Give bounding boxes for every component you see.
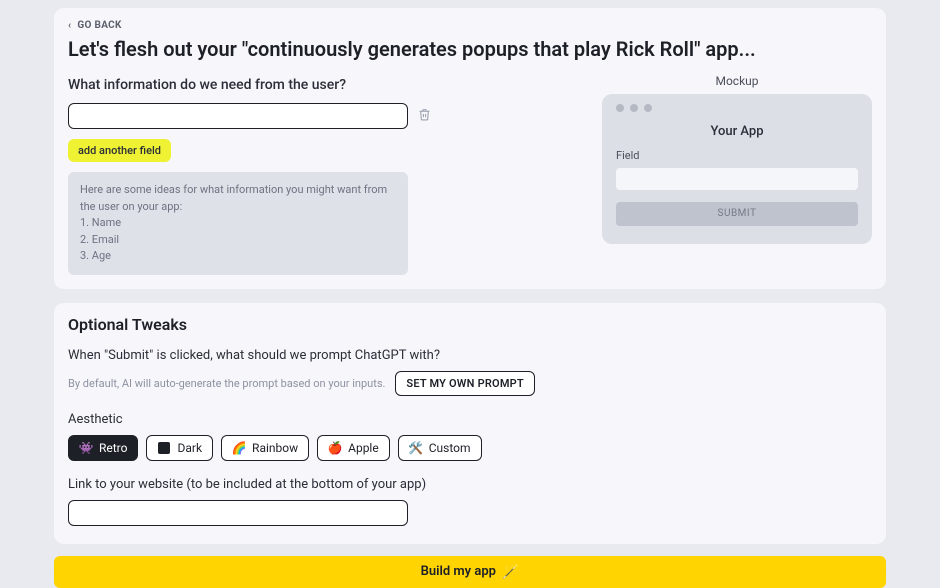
traffic-dot-icon (644, 104, 652, 112)
aesthetic-label-text: Retro (99, 441, 127, 455)
flesh-out-panel: ‹ GO BACK Let's flesh out your "continuo… (54, 8, 886, 289)
link-label: Link to your website (to be included at … (68, 477, 872, 492)
trash-icon[interactable] (418, 108, 431, 125)
aesthetic-rainbow[interactable]: 🌈 Rainbow (221, 435, 309, 461)
build-label: Build my app (421, 564, 496, 579)
aesthetic-label-text: Rainbow (252, 441, 298, 455)
mockup-window: Your App Field SUBMIT (602, 94, 872, 244)
hint-item: 1. Name (80, 215, 396, 232)
hint-intro: Here are some ideas for what information… (80, 182, 396, 215)
mockup-app-title: Your App (616, 124, 858, 139)
website-link-input[interactable] (68, 500, 408, 526)
aesthetic-apple[interactable]: 🍎 Apple (317, 435, 390, 461)
apple-icon: 🍎 (328, 441, 342, 455)
chevron-left-icon: ‹ (68, 20, 71, 31)
aesthetic-label-text: Custom (429, 441, 471, 455)
aesthetic-dark[interactable]: Dark (146, 435, 213, 461)
window-controls (616, 104, 858, 112)
prompt-helper: By default, AI will auto-generate the pr… (68, 377, 385, 390)
add-field-button[interactable]: add another field (68, 139, 171, 162)
mockup-submit: SUBMIT (616, 202, 858, 226)
tweaks-panel: Optional Tweaks When "Submit" is clicked… (54, 303, 886, 544)
page-title: Let's flesh out your "continuously gener… (68, 37, 872, 61)
sparkle-icon: 🪄 (502, 564, 519, 580)
go-back-label: GO BACK (77, 20, 121, 31)
traffic-dot-icon (630, 104, 638, 112)
hint-box: Here are some ideas for what information… (68, 172, 408, 275)
custom-icon: 🛠️ (409, 441, 423, 455)
go-back-button[interactable]: ‹ GO BACK (68, 20, 872, 31)
aesthetic-options: 👾 Retro Dark 🌈 Rainbow 🍎 Apple 🛠️ Custom (68, 435, 872, 461)
user-field-input[interactable] (68, 103, 408, 129)
tweaks-heading: Optional Tweaks (68, 315, 872, 334)
set-own-prompt-button[interactable]: SET MY OWN PROMPT (395, 371, 534, 396)
hint-item: 2. Email (80, 232, 396, 249)
rainbow-icon: 🌈 (232, 441, 246, 455)
mockup-preview: Mockup Your App Field SUBMIT (602, 74, 872, 244)
dark-icon (157, 441, 171, 455)
prompt-row: By default, AI will auto-generate the pr… (68, 371, 872, 396)
traffic-dot-icon (616, 104, 624, 112)
retro-icon: 👾 (79, 441, 93, 455)
aesthetic-label-text: Apple (348, 441, 379, 455)
aesthetic-custom[interactable]: 🛠️ Custom (398, 435, 482, 461)
aesthetic-label-text: Dark (177, 441, 202, 455)
hint-item: 3. Age (80, 248, 396, 265)
mockup-input (616, 168, 858, 190)
build-app-button[interactable]: Build my app 🪄 (54, 556, 886, 588)
mockup-heading: Mockup (602, 74, 872, 88)
mockup-field-label: Field (616, 149, 858, 162)
prompt-question: When "Submit" is clicked, what should we… (68, 348, 872, 363)
aesthetic-label: Aesthetic (68, 412, 872, 427)
aesthetic-retro[interactable]: 👾 Retro (68, 435, 138, 461)
